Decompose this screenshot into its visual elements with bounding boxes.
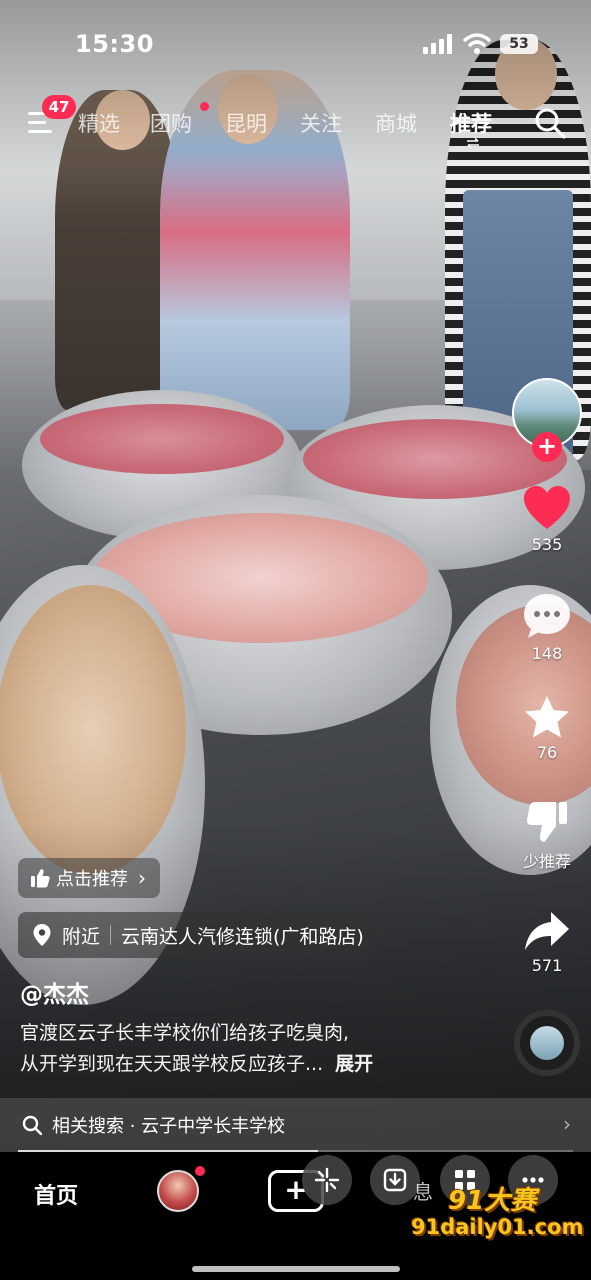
tab-home[interactable]: 首页 bbox=[34, 1178, 78, 1210]
tab-group-buy[interactable]: 团购 bbox=[150, 108, 192, 138]
follow-button[interactable]: + bbox=[532, 432, 562, 462]
tab-messages[interactable]: 息 bbox=[413, 1176, 433, 1205]
group-buy-dot bbox=[200, 102, 209, 111]
like-count: 535 bbox=[531, 535, 563, 554]
location-prefix: 附近 bbox=[62, 925, 101, 948]
cellular-signal-icon bbox=[423, 34, 452, 54]
music-disc[interactable] bbox=[514, 1010, 580, 1076]
chevron-right-icon: › bbox=[138, 866, 146, 890]
recommend-button[interactable]: 点击推荐 › bbox=[18, 858, 160, 898]
recommend-label: 点击推荐 bbox=[56, 869, 128, 890]
sparkle-icon bbox=[314, 1167, 340, 1193]
comment-icon bbox=[524, 594, 570, 638]
like-button[interactable]: 535 bbox=[510, 485, 584, 554]
friends-dot bbox=[195, 1166, 205, 1176]
tab-recommend[interactable]: 推荐 bbox=[450, 108, 492, 138]
status-bar: 15:30 53 bbox=[0, 0, 591, 70]
search-icon[interactable] bbox=[533, 106, 567, 140]
battery-indicator: 53 bbox=[500, 34, 538, 54]
chevron-right-icon: › bbox=[563, 1112, 571, 1136]
search-icon bbox=[22, 1115, 42, 1135]
location-tag[interactable]: 附近 云南达人汽修连锁(广和路店) bbox=[18, 912, 378, 958]
dislike-label: 少推荐 bbox=[522, 852, 571, 871]
related-search-text: 相关搜索 · 云子中学长丰学校 bbox=[52, 1116, 286, 1137]
expand-button[interactable]: 展开 bbox=[335, 1053, 373, 1075]
tab-following[interactable]: 关注 bbox=[300, 108, 342, 138]
effects-button[interactable] bbox=[302, 1155, 352, 1205]
download-icon bbox=[383, 1168, 407, 1192]
share-button[interactable]: 571 bbox=[510, 910, 584, 975]
comment-button[interactable]: 148 bbox=[510, 592, 584, 663]
related-search-bar[interactable]: 相关搜索 · 云子中学长丰学校 › bbox=[0, 1098, 591, 1152]
thumbs-up-icon bbox=[31, 869, 50, 888]
music-cover-icon bbox=[530, 1026, 564, 1060]
author-name[interactable]: @杰杰 bbox=[20, 975, 89, 1009]
description-line-2: 从开学到现在天天跟学校反应孩子... bbox=[20, 1053, 324, 1075]
top-navigation: 47 精选 团购 昆明 关注 商城 推荐 bbox=[0, 95, 591, 150]
comment-count: 148 bbox=[531, 644, 563, 663]
share-count: 571 bbox=[531, 956, 563, 975]
watermark-logo: 91大赛 bbox=[448, 1186, 537, 1216]
swap-arrows-icon bbox=[467, 138, 479, 148]
tab-mall[interactable]: 商城 bbox=[375, 108, 417, 138]
location-pin-icon bbox=[33, 924, 51, 946]
status-time: 15:30 bbox=[75, 30, 154, 58]
tab-local-city[interactable]: 昆明 bbox=[225, 108, 267, 138]
wifi-icon bbox=[463, 33, 491, 54]
heart-icon bbox=[524, 486, 570, 529]
watermark-url: 91daily01.com bbox=[411, 1215, 584, 1239]
favorite-count: 76 bbox=[536, 743, 558, 762]
tab-featured[interactable]: 精选 bbox=[78, 108, 120, 138]
favorite-button[interactable]: 76 bbox=[510, 695, 584, 762]
location-name: 云南达人汽修连锁(广和路店) bbox=[121, 925, 364, 948]
home-indicator bbox=[192, 1266, 400, 1272]
friends-avatar[interactable] bbox=[157, 1170, 199, 1212]
star-icon bbox=[525, 696, 569, 738]
description-line-1: 官渡区云子长丰学校你们给孩子吃臭肉, bbox=[20, 1022, 350, 1044]
dislike-button[interactable]: 少推荐 bbox=[510, 800, 584, 872]
notification-badge: 47 bbox=[42, 95, 76, 119]
thumbs-down-icon bbox=[526, 802, 567, 842]
share-arrow-icon bbox=[525, 912, 569, 950]
video-description[interactable]: 官渡区云子长丰学校你们给孩子吃臭肉, 从开学到现在天天跟学校反应孩子... 展开 bbox=[20, 1018, 490, 1080]
